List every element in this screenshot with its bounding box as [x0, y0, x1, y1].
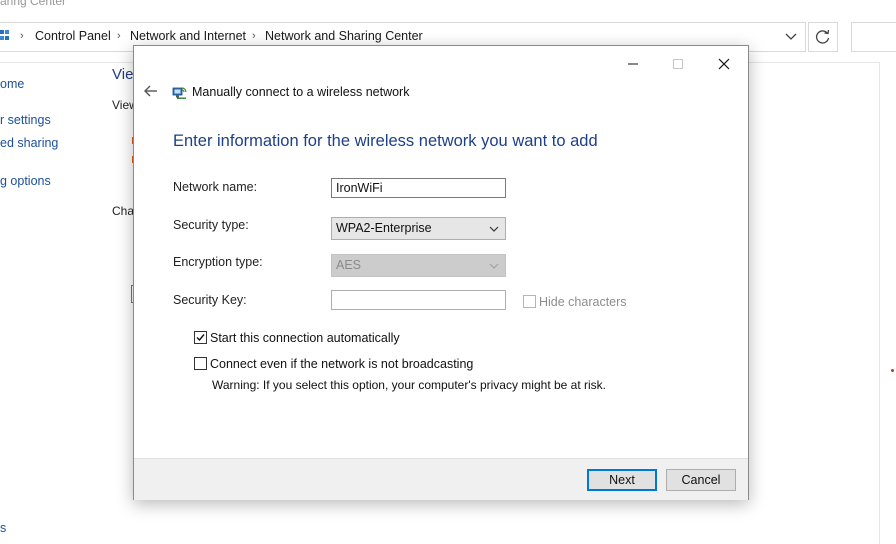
refresh-button[interactable]	[808, 22, 838, 52]
control-panel-icon	[0, 30, 9, 40]
network-name-input[interactable]: IronWiFi	[331, 178, 506, 198]
cancel-button[interactable]: Cancel	[666, 469, 736, 491]
sidebar-link-home[interactable]: ome	[0, 77, 24, 91]
connect-hidden-label[interactable]: Connect even if the network is not broad…	[210, 357, 473, 371]
hide-characters-label: Hide characters	[539, 295, 627, 309]
close-icon	[718, 58, 730, 70]
back-arrow-icon[interactable]	[142, 82, 160, 100]
chevron-down-icon	[489, 263, 499, 269]
red-dot	[891, 369, 894, 372]
start-automatically-checkbox[interactable]	[194, 331, 207, 344]
dialog-title: Manually connect to a wireless network	[192, 85, 410, 99]
connect-wireless-dialog: Manually connect to a wireless network E…	[133, 45, 749, 500]
maximize-button	[661, 54, 695, 74]
close-button[interactable]	[707, 54, 741, 74]
hide-characters-checkbox	[523, 295, 536, 308]
breadcrumb-separator-icon: ›	[117, 30, 121, 42]
network-icon	[172, 87, 187, 99]
network-name-label: Network name:	[173, 180, 258, 194]
connect-hidden-checkbox[interactable]	[194, 357, 207, 370]
refresh-icon	[815, 29, 830, 44]
chevron-down-icon	[489, 226, 499, 232]
security-type-label: Security type:	[173, 218, 249, 232]
breadcrumb-separator-icon: ›	[20, 30, 24, 42]
main-text-fragment: View	[112, 98, 134, 112]
dialog-heading: Enter information for the wireless netwo…	[173, 132, 598, 150]
sidebar-link-options[interactable]: g options	[0, 174, 51, 188]
minimize-button[interactable]	[616, 54, 650, 74]
privacy-warning: Warning: If you select this option, your…	[212, 378, 607, 392]
main-section-fragment: Cha	[112, 204, 135, 218]
window-title-fragment: aring Center	[0, 0, 67, 8]
maximize-icon	[673, 59, 683, 69]
security-key-label: Security Key:	[173, 293, 247, 307]
minimize-icon	[628, 63, 638, 65]
dialog-footer: Next Cancel	[134, 458, 748, 500]
security-type-select[interactable]: WPA2-Enterprise	[331, 217, 506, 240]
breadcrumb-network-internet[interactable]: Network and Internet	[130, 29, 246, 43]
search-input[interactable]	[851, 22, 896, 52]
security-key-input[interactable]	[331, 290, 506, 310]
breadcrumb-control-panel[interactable]: Control Panel	[35, 29, 111, 43]
sidebar-link-bottom[interactable]: s	[0, 521, 6, 535]
security-type-value: WPA2-Enterprise	[336, 221, 432, 235]
next-button[interactable]: Next	[587, 469, 657, 491]
encryption-type-select: AES	[331, 254, 506, 277]
breadcrumb-separator-icon: ›	[252, 30, 256, 42]
breadcrumb-network-sharing-center[interactable]: Network and Sharing Center	[265, 29, 423, 43]
pane-divider	[879, 62, 880, 544]
start-automatically-label[interactable]: Start this connection automatically	[210, 331, 400, 345]
encryption-type-value: AES	[336, 258, 362, 272]
checkmark-icon	[196, 334, 205, 342]
main-heading-fragment: Vie	[112, 66, 134, 83]
chevron-down-icon[interactable]	[784, 28, 798, 44]
encryption-type-label: Encryption type:	[173, 255, 263, 269]
sidebar-link-adapter-settings[interactable]: r settings	[0, 113, 51, 127]
sidebar-link-sharing-settings[interactable]: ed sharing	[0, 136, 58, 150]
